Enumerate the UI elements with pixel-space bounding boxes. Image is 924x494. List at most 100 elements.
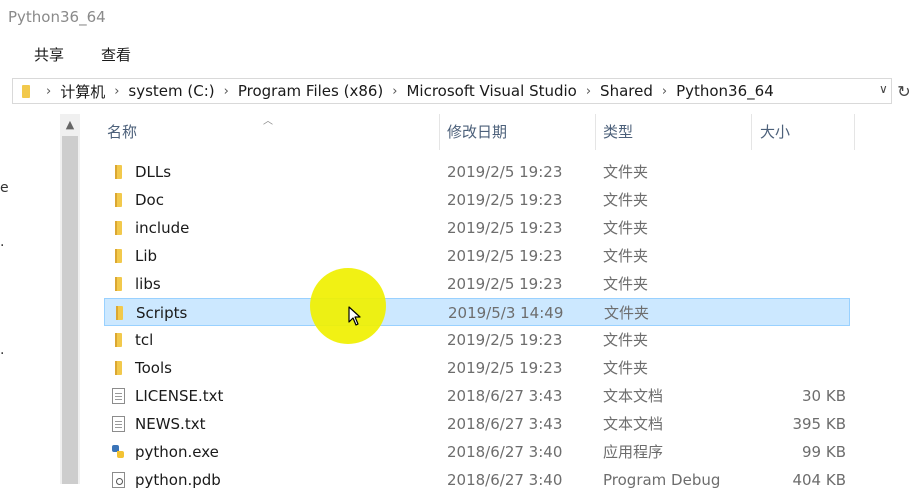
text-file-icon xyxy=(112,388,125,404)
file-row[interactable]: tcl 2019/2/5 19:23 文件夹 xyxy=(104,326,850,354)
file-name: Lib xyxy=(135,247,158,265)
refresh-icon[interactable]: ↻ xyxy=(892,80,916,104)
ribbon-tab-share[interactable]: 共享 xyxy=(34,44,64,65)
file-name: python.pdb xyxy=(135,471,221,489)
file-modified-date: 2019/2/5 19:23 xyxy=(447,191,563,209)
file-size: 99 KB xyxy=(802,443,846,461)
file-name: tcl xyxy=(135,331,154,349)
mouse-cursor-icon xyxy=(348,306,361,326)
folder-icon xyxy=(111,305,127,321)
file-type: 文本文档 xyxy=(603,387,664,405)
text-file-icon xyxy=(112,416,125,432)
nav-pane-text: · xyxy=(0,238,5,254)
breadcrumb-computer[interactable]: 计算机 xyxy=(60,81,105,102)
file-modified-date: 2019/2/5 19:23 xyxy=(447,359,563,377)
file-modified-date: 2019/2/5 19:23 xyxy=(447,163,563,181)
scrollbar-thumb[interactable] xyxy=(62,136,78,484)
nav-pane-text: e xyxy=(0,180,9,196)
column-divider[interactable] xyxy=(854,114,855,150)
column-divider[interactable] xyxy=(439,114,440,150)
chevron-right-icon[interactable]: › xyxy=(224,84,229,99)
file-type: 文件夹 xyxy=(603,275,649,293)
file-name: Scripts xyxy=(136,304,188,322)
column-header-name[interactable]: 名称 xyxy=(107,114,137,150)
file-type: Program Debug xyxy=(603,471,721,489)
file-type: 文本文档 xyxy=(603,415,664,433)
chevron-right-icon[interactable]: › xyxy=(46,84,51,99)
file-row[interactable]: Tools 2019/2/5 19:23 文件夹 xyxy=(104,354,850,382)
file-name: DLLs xyxy=(135,163,172,181)
window-title: Python36_64 xyxy=(8,8,106,26)
folder-icon xyxy=(110,332,126,348)
file-type: 文件夹 xyxy=(604,304,650,322)
file-modified-date: 2019/2/5 19:23 xyxy=(447,219,563,237)
folder-icon xyxy=(110,164,126,180)
chevron-up-icon[interactable]: ▲ xyxy=(60,116,80,134)
chevron-right-icon[interactable]: › xyxy=(114,84,119,99)
file-row[interactable]: Doc 2019/2/5 19:23 文件夹 xyxy=(104,186,850,214)
file-name: python.exe xyxy=(135,443,219,461)
file-row[interactable]: python.exe 2018/6/27 3:40 应用程序 99 KB xyxy=(104,438,850,466)
chevron-right-icon[interactable]: › xyxy=(586,84,591,99)
file-size: 404 KB xyxy=(792,471,846,489)
breadcrumb-program-files[interactable]: Program Files (x86) xyxy=(238,82,383,100)
file-type: 文件夹 xyxy=(603,247,649,265)
breadcrumb-visual-studio[interactable]: Microsoft Visual Studio xyxy=(406,82,576,100)
file-name: NEWS.txt xyxy=(135,415,206,433)
chevron-right-icon[interactable]: › xyxy=(662,84,667,99)
nav-pane-text: · xyxy=(0,346,5,362)
file-modified-date: 2018/6/27 3:40 xyxy=(447,443,563,461)
ribbon-tab-view[interactable]: 查看 xyxy=(101,44,131,65)
folder-icon xyxy=(110,248,126,264)
file-modified-date: 2019/5/3 14:49 xyxy=(448,304,564,322)
breadcrumb-python36[interactable]: Python36_64 xyxy=(676,82,774,100)
file-name: Tools xyxy=(135,359,172,377)
file-type: 应用程序 xyxy=(603,443,664,461)
navigation-pane[interactable]: e · · xyxy=(0,110,60,484)
file-modified-date: 2018/6/27 3:40 xyxy=(447,471,563,489)
file-type: 文件夹 xyxy=(603,219,649,237)
column-header-type[interactable]: 类型 xyxy=(603,114,633,150)
file-size: 395 KB xyxy=(792,415,846,433)
file-type: 文件夹 xyxy=(603,331,649,349)
file-name: libs xyxy=(135,275,161,293)
file-modified-date: 2018/6/27 3:43 xyxy=(447,415,563,433)
file-type: 文件夹 xyxy=(603,359,649,377)
folder-icon xyxy=(110,220,126,236)
pdb-file-icon xyxy=(112,472,125,488)
file-row[interactable]: include 2019/2/5 19:23 文件夹 xyxy=(104,214,850,242)
file-name: Doc xyxy=(135,191,164,209)
file-size: 30 KB xyxy=(802,387,846,405)
breadcrumb-shared[interactable]: Shared xyxy=(600,82,653,100)
file-modified-date: 2019/2/5 19:23 xyxy=(447,275,563,293)
column-header-size[interactable]: 大小 xyxy=(760,114,790,150)
address-bar[interactable]: › 计算机 › system (C:) › Program Files (x86… xyxy=(12,78,892,104)
file-name: LICENSE.txt xyxy=(135,387,224,405)
column-divider[interactable] xyxy=(751,114,752,150)
file-row[interactable]: LICENSE.txt 2018/6/27 3:43 文本文档 30 KB xyxy=(104,382,850,410)
chevron-right-icon[interactable]: › xyxy=(392,84,397,99)
chevron-down-icon[interactable]: ∨ xyxy=(879,82,888,96)
file-row[interactable]: Lib 2019/2/5 19:23 文件夹 xyxy=(104,242,850,270)
column-header-date[interactable]: 修改日期 xyxy=(447,114,507,150)
folder-icon xyxy=(110,360,126,376)
folder-icon xyxy=(110,276,126,292)
file-modified-date: 2019/2/5 19:23 xyxy=(447,331,563,349)
file-modified-date: 2019/2/5 19:23 xyxy=(447,247,563,265)
breadcrumb: › 计算机 › system (C:) › Program Files (x86… xyxy=(13,79,774,103)
column-divider[interactable] xyxy=(595,114,596,150)
file-type: 文件夹 xyxy=(603,163,649,181)
breadcrumb-system-drive[interactable]: system (C:) xyxy=(128,82,214,100)
file-name: include xyxy=(135,219,190,237)
file-row[interactable]: DLLs 2019/2/5 19:23 文件夹 xyxy=(104,158,850,186)
python-exe-icon xyxy=(110,444,126,460)
file-row[interactable]: Scripts 2019/5/3 14:49 文件夹 xyxy=(104,298,850,326)
file-modified-date: 2018/6/27 3:43 xyxy=(447,387,563,405)
sort-ascending-icon: ︿ xyxy=(263,116,273,127)
file-type: 文件夹 xyxy=(603,191,649,209)
file-row[interactable]: NEWS.txt 2018/6/27 3:43 文本文档 395 KB xyxy=(104,410,850,438)
folder-icon xyxy=(110,192,126,208)
file-row[interactable]: libs 2019/2/5 19:23 文件夹 xyxy=(104,270,850,298)
folder-icon xyxy=(19,84,33,98)
file-row[interactable]: python.pdb 2018/6/27 3:40 Program Debug 404… xyxy=(104,466,850,494)
